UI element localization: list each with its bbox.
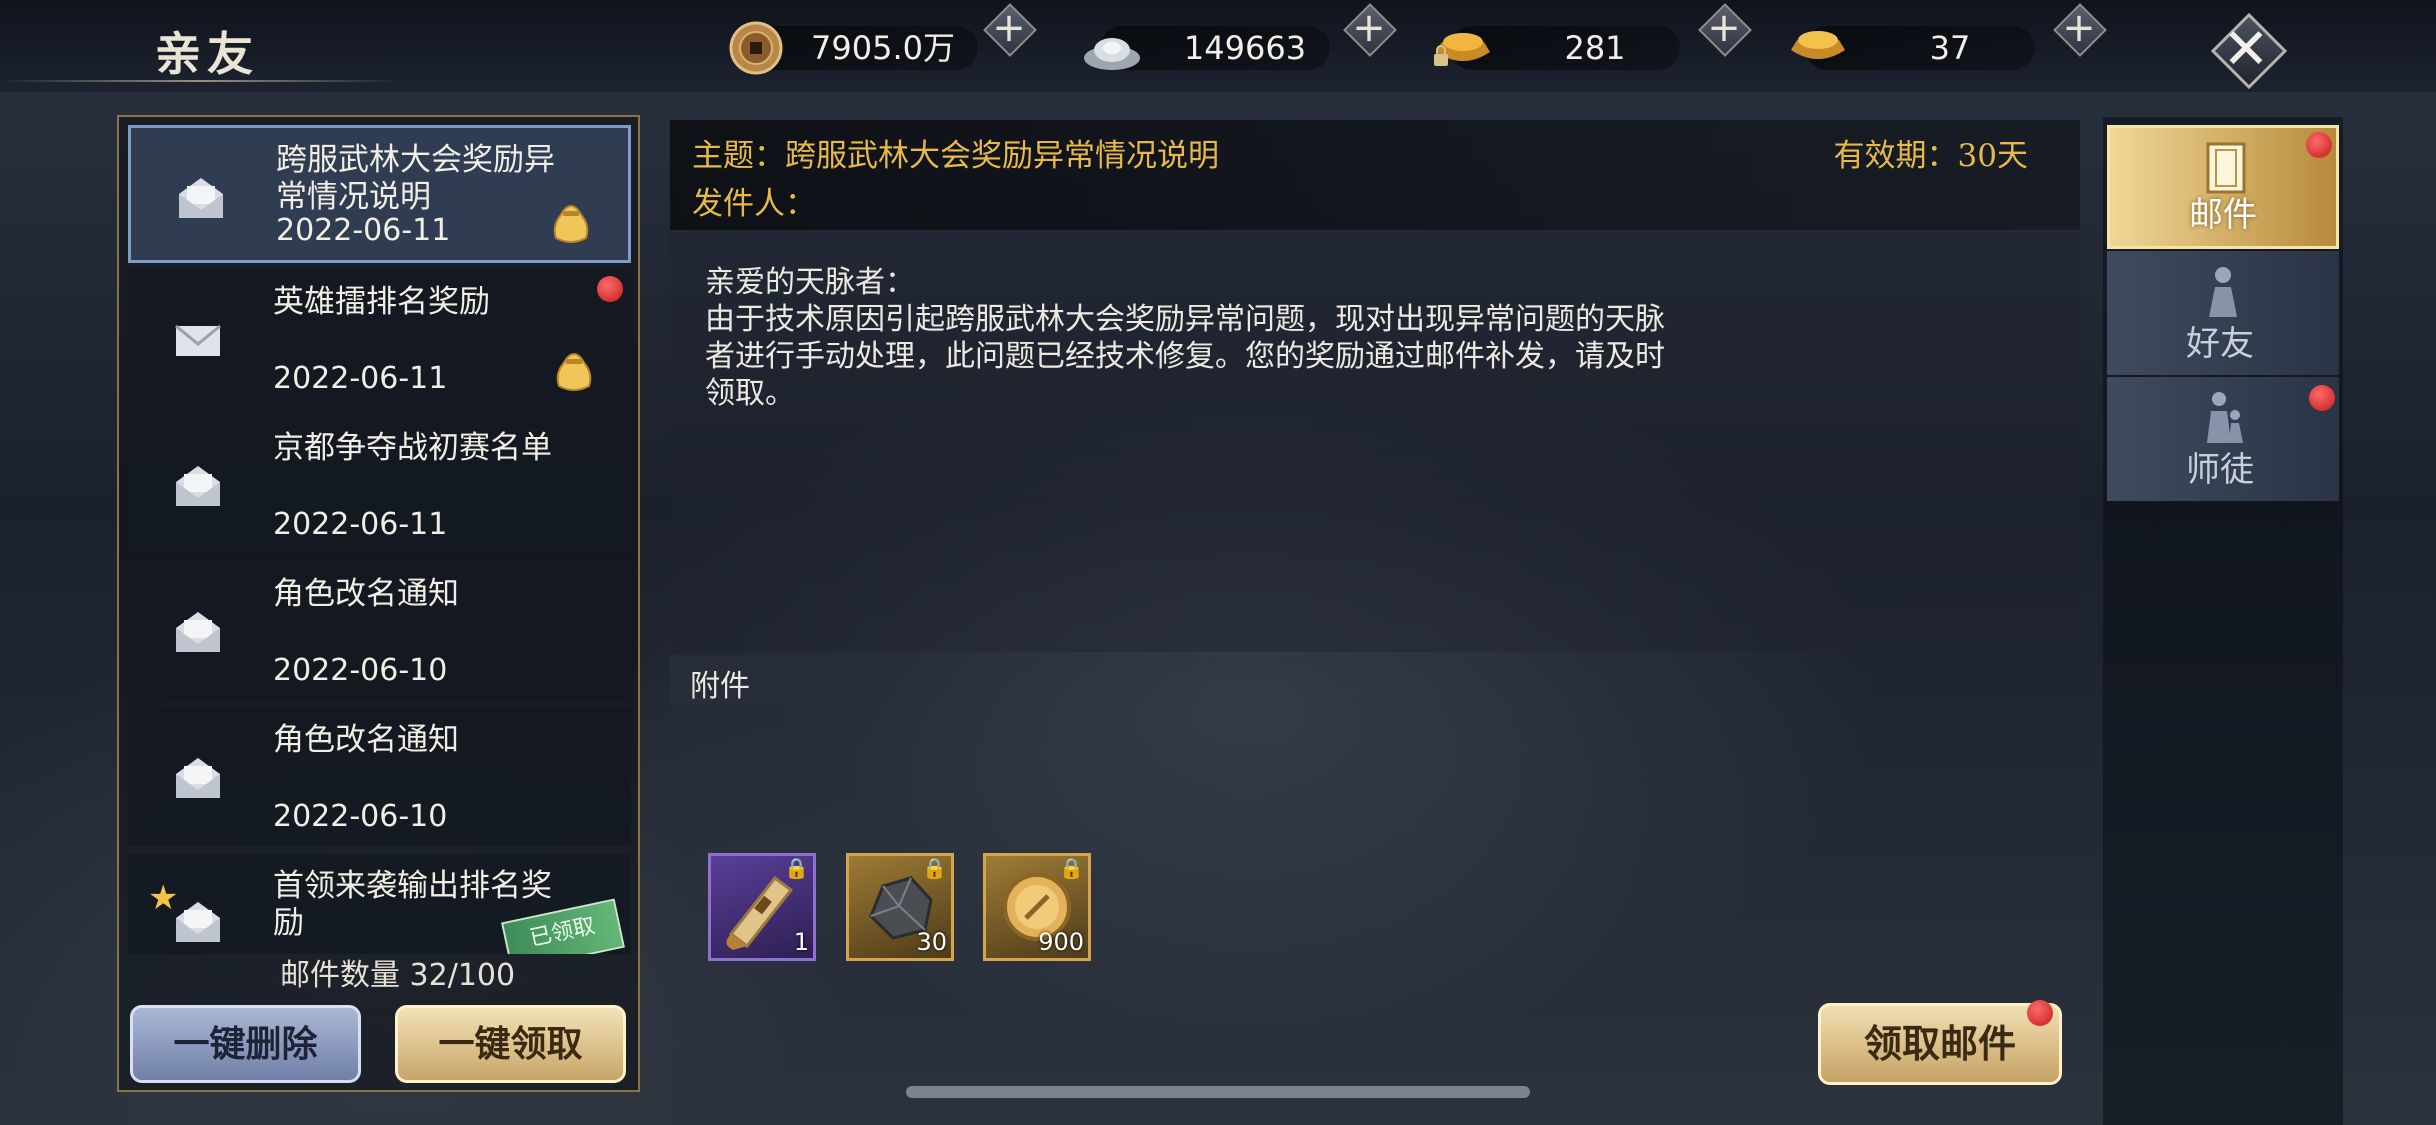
master-apprentice-icon: [2207, 392, 2243, 443]
gold-amount: 37: [1929, 29, 1971, 67]
mail-title: 英雄擂排名奖励: [273, 284, 490, 320]
lock-icon: 🔒: [922, 856, 947, 880]
claim-mail-button[interactable]: 领取邮件: [1818, 1003, 2062, 1085]
friend-figure-icon: [2209, 267, 2237, 317]
mail-list-item[interactable]: 角色改名通知 2022-06-10: [128, 708, 631, 846]
mail-title: 角色改名通知: [273, 576, 459, 612]
currency-locked-gold: 281: [1430, 20, 1680, 76]
locked-gold-amount: 281: [1564, 29, 1626, 67]
attachment-qty: 1: [793, 928, 809, 956]
mail-list-item[interactable]: 京都争夺战初赛名单 2022-06-11: [128, 416, 631, 554]
tab-mail[interactable]: 邮件: [2107, 125, 2339, 249]
mail-date: 2022-06-11: [273, 507, 448, 542]
unread-dot: [597, 276, 623, 302]
currency-copper: 7905.0万: [728, 20, 978, 76]
plus-icon: +: [2062, 5, 2096, 51]
reward-bag-icon: [556, 353, 592, 391]
open-envelope-icon: [176, 902, 220, 942]
mail-subject: 主题：跨服武林大会奖励异常情况说明: [692, 138, 1219, 174]
mail-sender: 发件人：: [692, 186, 816, 222]
add-gold-button[interactable]: +: [2053, 3, 2107, 57]
mail-title: 跨服武林大会奖励异常情况说明: [276, 142, 555, 215]
attachment-item[interactable]: 🔒 1: [708, 853, 816, 961]
mail-list-item[interactable]: 角色改名通知 2022-06-10: [128, 562, 631, 700]
plus-icon: +: [992, 5, 1026, 51]
add-locked-gold-button[interactable]: +: [1698, 3, 1752, 57]
attachments-label: 附件: [690, 669, 750, 704]
mail-count: 邮件数量 32/100: [280, 958, 516, 993]
attachment-qty: 30: [916, 928, 947, 956]
open-envelope-icon: [176, 466, 220, 506]
open-envelope-icon: [176, 758, 220, 798]
silver-amount: 149663: [1183, 29, 1307, 67]
mail-list-item[interactable]: 英雄擂排名奖励 2022-06-11: [128, 270, 631, 408]
tab-label: 师徒: [2186, 450, 2254, 490]
mail-date: 2022-06-10: [273, 799, 448, 834]
add-copper-button[interactable]: +: [983, 3, 1037, 57]
attachment-item[interactable]: 🔒 30: [846, 853, 954, 961]
open-envelope-icon: [179, 178, 223, 218]
delete-all-button[interactable]: 一键删除: [130, 1005, 361, 1083]
currency-silver: 149663: [1080, 20, 1330, 76]
copper-amount: 7905.0万: [811, 29, 955, 67]
mail-title: 京都争夺战初赛名单: [273, 430, 552, 466]
page-title: 亲友: [155, 27, 259, 81]
attachments-header: 附件: [670, 655, 915, 705]
mail-validity: 有效期：30天: [1833, 138, 2028, 174]
mail-list-item[interactable]: 跨服武林大会奖励异常情况说明 2022-06-11: [128, 125, 631, 263]
currency-gold: 37: [1785, 20, 2035, 76]
gold-ingot-icon: [1791, 31, 1845, 59]
tab-master-apprentice[interactable]: 师徒: [2107, 377, 2339, 501]
attachment-item[interactable]: 🔒 900: [983, 853, 1091, 961]
mail-date: 2022-06-11: [273, 361, 448, 396]
title-divider: [0, 80, 400, 82]
claim-mail-notify-dot: [2027, 1000, 2053, 1026]
tab-label: 好友: [2186, 324, 2254, 364]
silver-ingot-icon: [1084, 38, 1140, 70]
close-button[interactable]: ✕: [2200, 10, 2290, 90]
mail-date: 2022-06-10: [273, 653, 448, 688]
mail-title: 角色改名通知: [273, 722, 459, 758]
open-envelope-icon: [176, 612, 220, 652]
attachment-qty: 900: [1038, 928, 1084, 956]
lock-icon: 🔒: [784, 856, 809, 880]
side-tab-panel: 邮件 好友 师徒: [2103, 117, 2343, 1125]
add-silver-button[interactable]: +: [1343, 3, 1397, 57]
tab-label: 邮件: [2189, 195, 2257, 235]
home-indicator: [906, 1086, 1530, 1098]
claim-all-button[interactable]: 一键领取: [395, 1005, 626, 1083]
reward-bag-icon: [553, 205, 589, 243]
top-bar: 亲友 7905.0万 + 149663 + 281 + 37 + ✕: [0, 0, 2436, 92]
mail-body-area: 亲爱的天脉者： 由于技术原因引起跨服武林大会奖励异常问题，现对出现异常问题的天脉…: [670, 232, 2080, 652]
unread-dot: [2306, 132, 2332, 158]
mail-detail-header: 主题：跨服武林大会奖励异常情况说明 有效期：30天 发件人：: [670, 120, 2080, 230]
close-icon: ✕: [2222, 17, 2270, 82]
mail-list-panel: 跨服武林大会奖励异常情况说明 2022-06-11 英雄擂排名奖励 2022-0…: [117, 115, 640, 1092]
mail-date: 2022-06-11: [276, 213, 451, 248]
closed-envelope-icon: [175, 324, 221, 356]
mail-list-item[interactable]: ★ 首领来袭输出排名奖励 已领取: [128, 854, 631, 954]
locked-gold-ingot-icon: [1434, 33, 1490, 66]
tab-friends[interactable]: 好友: [2107, 251, 2339, 375]
plus-icon: +: [1352, 5, 1386, 51]
lock-icon: 🔒: [1059, 856, 1084, 880]
mail-body-text: 亲爱的天脉者： 由于技术原因引起跨服武林大会奖励异常问题，现对出现异常问题的天脉…: [705, 265, 1665, 411]
plus-icon: +: [1707, 5, 1741, 51]
unread-dot: [2309, 385, 2335, 411]
copper-coin-icon: [729, 21, 783, 75]
